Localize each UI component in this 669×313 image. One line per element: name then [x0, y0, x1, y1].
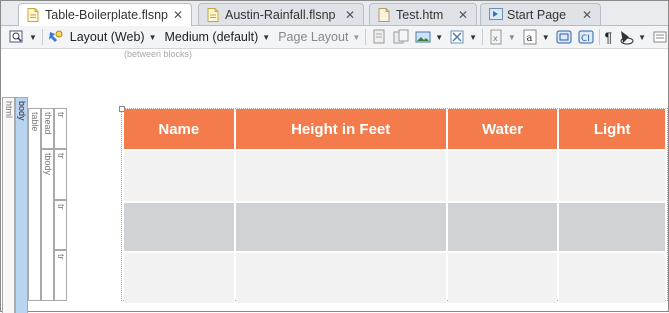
header-cell-height[interactable]: Height in Feet	[235, 109, 446, 149]
insert-text-box-icon[interactable]	[556, 29, 572, 45]
svg-text:CI: CI	[581, 34, 590, 44]
insert-image-icon[interactable]	[415, 29, 431, 45]
svg-text:a: a	[526, 33, 532, 44]
table-row	[124, 203, 665, 251]
tab-label: Table-Boilerplate.flsnp	[45, 8, 168, 22]
insert-variable-icon[interactable]: a	[522, 29, 538, 45]
toolbar-separator	[41, 29, 43, 45]
boilerplate-table: Name Height in Feet Water Light	[122, 109, 667, 303]
close-tab-icon[interactable]: ✕	[458, 8, 468, 22]
tab-label: Austin-Rainfall.flsnp	[225, 7, 336, 22]
copy-style-icon[interactable]	[393, 29, 409, 45]
zoom-icon	[9, 29, 25, 45]
toolbar-overflow-icon[interactable]	[652, 29, 668, 45]
tab-test-htm[interactable]: Test.htm ✕	[369, 3, 477, 25]
insert-condition-icon[interactable]: CI	[578, 29, 594, 45]
structure-label: tr	[56, 112, 66, 118]
structure-bar-html[interactable]: html	[2, 97, 15, 313]
document-tab-strip: Table-Boilerplate.flsnp ✕ Austin-Rainfal…	[1, 1, 668, 26]
snippet-file-icon	[27, 8, 39, 22]
chevron-down-icon[interactable]: ▼	[542, 33, 550, 42]
table-header-row: Name Height in Feet Water Light	[124, 109, 665, 149]
start-page-icon	[489, 7, 503, 22]
structure-label: tbody	[43, 153, 53, 176]
structure-bar-body[interactable]: body	[15, 97, 28, 313]
print-preview-icon[interactable]	[371, 29, 387, 45]
show-formatting-marks-button[interactable]: ¶	[605, 29, 613, 45]
topic-file-icon	[378, 7, 390, 22]
structure-bar-tbody[interactable]: tbody	[41, 149, 54, 301]
structure-bar-thead[interactable]: thead	[41, 108, 54, 149]
table-cell[interactable]	[235, 151, 446, 201]
table-cell[interactable]	[559, 151, 665, 201]
table-cell[interactable]	[124, 151, 234, 201]
structure-label: table	[30, 112, 40, 132]
chevron-down-icon: ▼	[262, 32, 271, 42]
structure-bar-tr[interactable]: tr	[54, 200, 67, 250]
structure-label: body	[17, 101, 27, 121]
structure-bar-tr[interactable]: tr	[54, 149, 67, 200]
page-layout-label: Page Layout	[278, 30, 349, 44]
structure-label: thead	[43, 112, 53, 135]
layout-dropdown[interactable]: Layout (Web) ▼	[48, 27, 157, 47]
tab-label: Start Page	[507, 7, 567, 22]
table-cell[interactable]	[124, 203, 234, 251]
header-cell-water[interactable]: Water	[447, 109, 558, 149]
chevron-down-icon[interactable]: ▼	[435, 33, 443, 42]
chevron-down-icon[interactable]: ▼	[508, 33, 516, 42]
chevron-down-icon[interactable]: ▼	[638, 33, 646, 42]
layout-web-icon	[48, 29, 64, 45]
table-row	[124, 151, 665, 201]
toolbar-separator	[598, 29, 600, 45]
table-cell[interactable]	[559, 253, 665, 303]
editor-toolbar: ▼ Layout (Web) ▼ Medium (default) ▼ Page…	[1, 26, 668, 49]
tab-austin-rainfall[interactable]: Austin-Rainfall.flsnp ✕	[198, 3, 364, 25]
toolbar-separator	[365, 29, 367, 45]
insert-hyperlink-icon[interactable]	[449, 29, 465, 45]
page-layout-dropdown[interactable]: Page Layout ▼	[278, 27, 360, 47]
structure-label: tr	[56, 204, 66, 210]
structure-bar-tr[interactable]: tr	[54, 250, 67, 301]
medium-dropdown[interactable]: Medium (default) ▼	[165, 27, 271, 47]
structure-label: tr	[56, 254, 66, 260]
svg-text:x: x	[493, 34, 498, 43]
between-blocks-hint: (between blocks)	[124, 49, 193, 59]
structure-label: html	[4, 101, 14, 119]
table-row	[124, 253, 665, 303]
header-cell-light[interactable]: Light	[559, 109, 665, 149]
toolbar-separator	[482, 29, 483, 45]
table-cell[interactable]	[447, 151, 558, 201]
close-tab-icon[interactable]: ✕	[173, 8, 183, 22]
tab-label: Test.htm	[396, 7, 444, 22]
table-cell[interactable]	[447, 253, 558, 303]
medium-label: Medium (default)	[164, 30, 259, 44]
snippet-file-icon	[207, 7, 219, 22]
structure-bar-table[interactable]: table	[28, 108, 41, 301]
chevron-down-icon: ▼	[29, 32, 37, 42]
boilerplate-table-container: Name Height in Feet Water Light	[119, 106, 668, 303]
insert-snippet-icon[interactable]: x	[488, 29, 504, 45]
layout-label: Layout (Web)	[69, 30, 145, 44]
tab-start-page[interactable]: Start Page ✕	[480, 3, 601, 25]
zoom-dropdown[interactable]: ▼	[9, 27, 37, 47]
chevron-down-icon[interactable]: ▼	[469, 33, 477, 42]
close-tab-icon[interactable]: ✕	[582, 8, 592, 22]
header-cell-name[interactable]: Name	[124, 109, 234, 149]
table-cell[interactable]	[235, 203, 446, 251]
tab-table-boilerplate[interactable]: Table-Boilerplate.flsnp ✕	[18, 3, 192, 26]
structure-bar-tr[interactable]: tr	[54, 108, 67, 149]
table-cell[interactable]	[235, 253, 446, 303]
close-tab-icon[interactable]: ✕	[345, 8, 355, 22]
table-cell[interactable]	[124, 253, 234, 303]
structure-label: tr	[56, 153, 66, 159]
chevron-down-icon: ▼	[352, 32, 361, 42]
chevron-down-icon: ▼	[148, 32, 157, 42]
highlight-visibility-icon[interactable]	[618, 29, 634, 45]
table-cell[interactable]	[447, 203, 558, 251]
table-cell[interactable]	[559, 203, 665, 251]
